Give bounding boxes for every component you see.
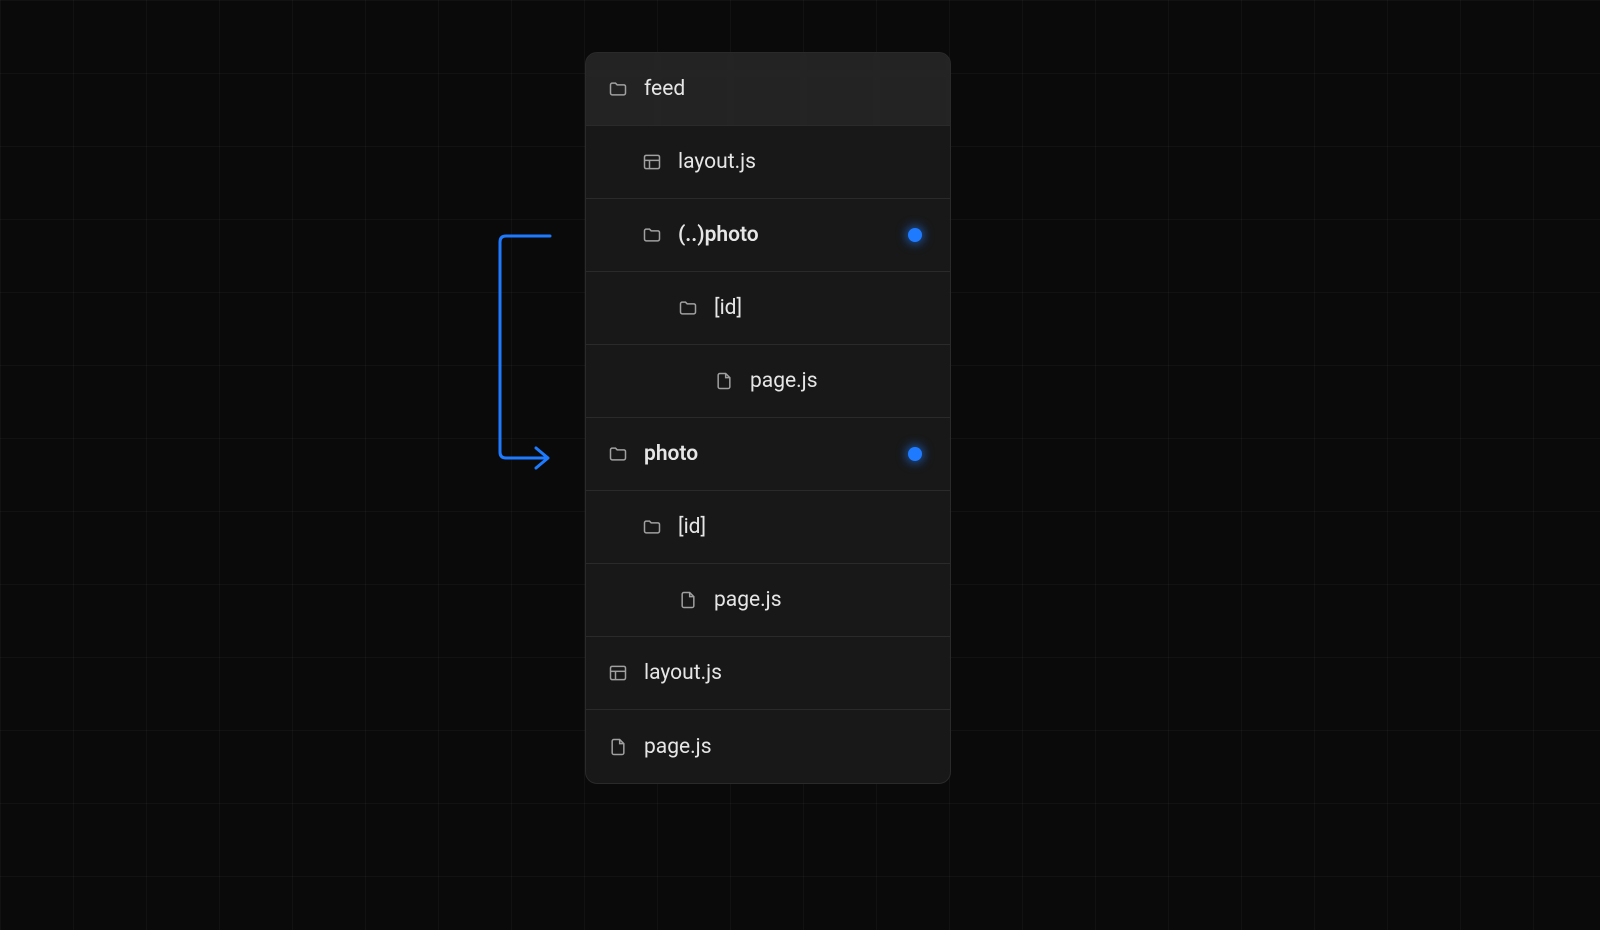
tree-row-id-2[interactable]: [id] (586, 491, 950, 564)
layout-icon (642, 152, 662, 172)
tree-row-page-2[interactable]: page.js (586, 564, 950, 637)
tree-row-layout-feed[interactable]: layout.js (586, 126, 950, 199)
layout-icon (608, 663, 628, 683)
file-icon (678, 590, 698, 610)
folder-icon (608, 444, 628, 464)
folder-icon (642, 517, 662, 537)
tree-row-intercept-photo[interactable]: (..)photo (586, 199, 950, 272)
tree-label: layout.js (678, 150, 756, 174)
tree-label: [id] (678, 515, 706, 539)
tree-label: page.js (714, 588, 782, 612)
marker-dot (908, 447, 922, 461)
tree-label: [id] (714, 296, 742, 320)
folder-icon (678, 298, 698, 318)
connector-arrow (498, 230, 568, 470)
tree-label: layout.js (644, 661, 722, 685)
tree-row-page-1[interactable]: page.js (586, 345, 950, 418)
tree-label: page.js (644, 735, 712, 759)
tree-row-photo[interactable]: photo (586, 418, 950, 491)
tree-label: photo (644, 442, 698, 466)
file-icon (608, 737, 628, 757)
tree-label: feed (644, 77, 685, 101)
tree-row-page-root[interactable]: page.js (586, 710, 950, 783)
folder-icon (608, 79, 628, 99)
tree-row-id-1[interactable]: [id] (586, 272, 950, 345)
marker-dot (908, 228, 922, 242)
tree-row-feed[interactable]: feed (586, 53, 950, 126)
file-icon (714, 371, 734, 391)
folder-icon (642, 225, 662, 245)
file-tree-panel: feed layout.js (..)photo (585, 52, 951, 784)
tree-row-layout-root[interactable]: layout.js (586, 637, 950, 710)
tree-label: (..)photo (678, 223, 759, 247)
tree-label: page.js (750, 369, 818, 393)
